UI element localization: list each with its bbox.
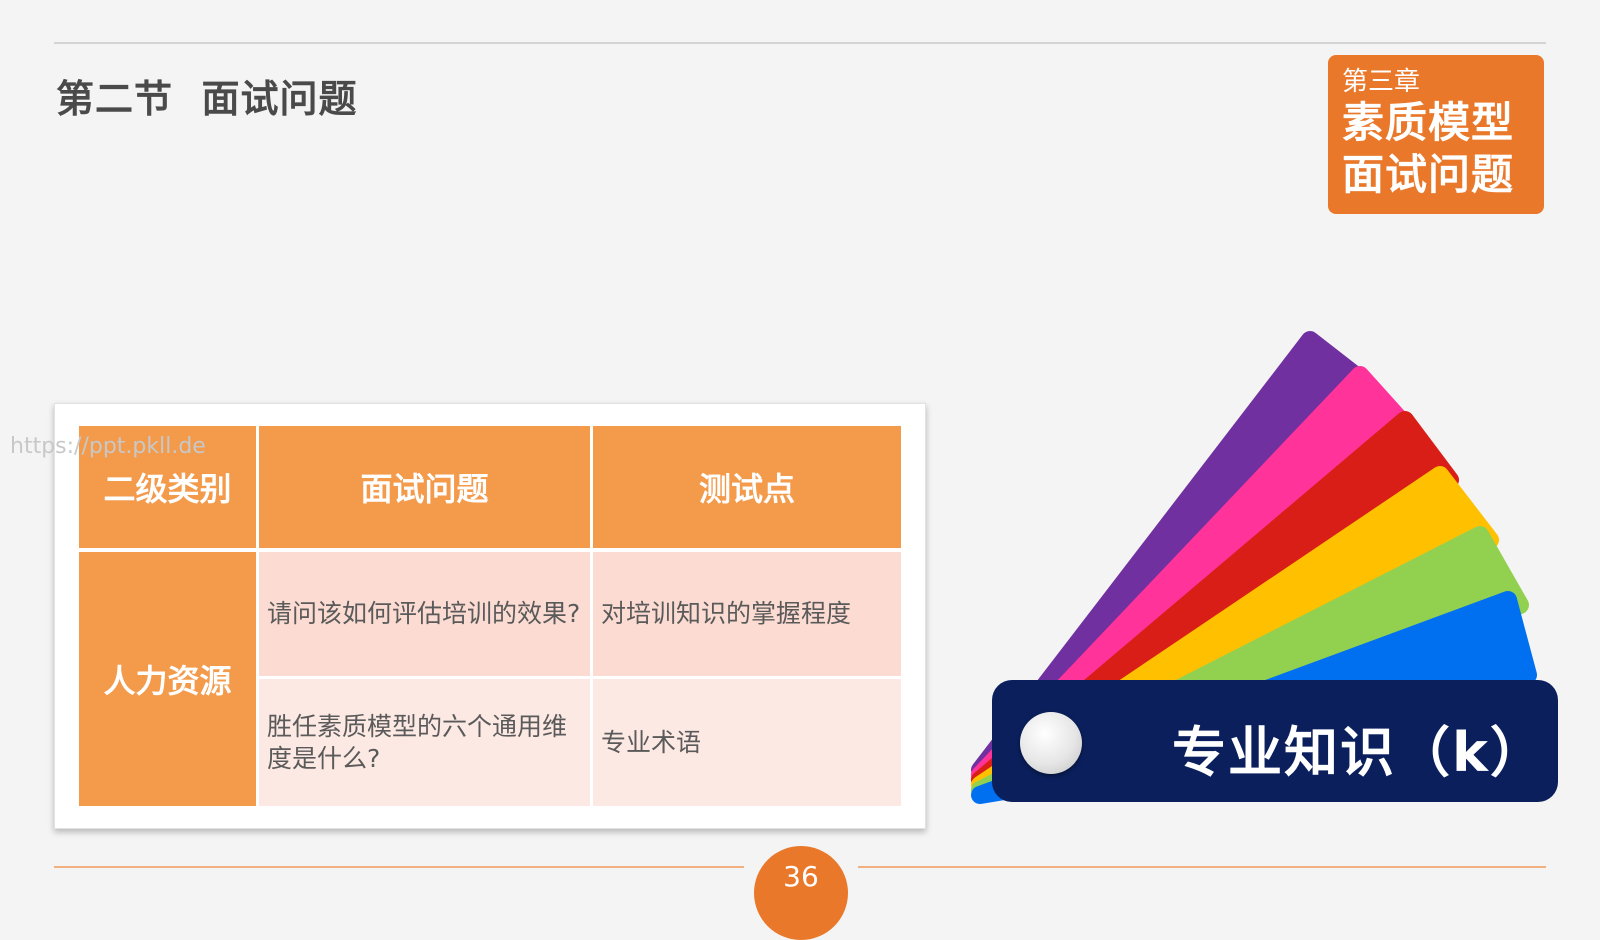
table-row-2-test-point: 专业术语	[593, 679, 901, 806]
chapter-label: 第三章	[1342, 67, 1421, 97]
chapter-title-line-1: 素质模型	[1342, 98, 1515, 147]
watermark-text: https://ppt.pkll.de	[10, 434, 206, 459]
chapter-badge: 第三章 素质模型 面试问题	[1328, 55, 1544, 214]
table-row-1-test-point: 对培训知识的掌握程度	[593, 552, 901, 676]
page-number-badge: 36	[754, 846, 848, 940]
table-row-2-question: 胜任素质模型的六个通用维度是什么?	[259, 679, 590, 806]
table-category-cell: 人力资源	[79, 552, 256, 806]
table-header-test-point: 测试点	[593, 426, 901, 548]
bottom-divider-right	[858, 866, 1546, 868]
interview-table: 二级类别 面试问题 测试点 人力资源 请问该如何评估培训的效果? 对培训知识的掌…	[79, 426, 901, 806]
table-header-question: 面试问题	[259, 426, 590, 548]
top-divider	[54, 42, 1546, 44]
page-title: 第二节 面试问题	[56, 77, 358, 121]
table-row-1-question: 请问该如何评估培训的效果?	[259, 552, 590, 676]
swatch-pin-icon	[1020, 712, 1082, 774]
bottom-divider-left	[54, 866, 744, 868]
interview-table-card: 二级类别 面试问题 测试点 人力资源 请问该如何评估培训的效果? 对培训知识的掌…	[54, 403, 926, 829]
fan-label-text: 专业知识（k）	[1172, 721, 1546, 784]
chapter-title-line-2: 面试问题	[1342, 150, 1515, 199]
